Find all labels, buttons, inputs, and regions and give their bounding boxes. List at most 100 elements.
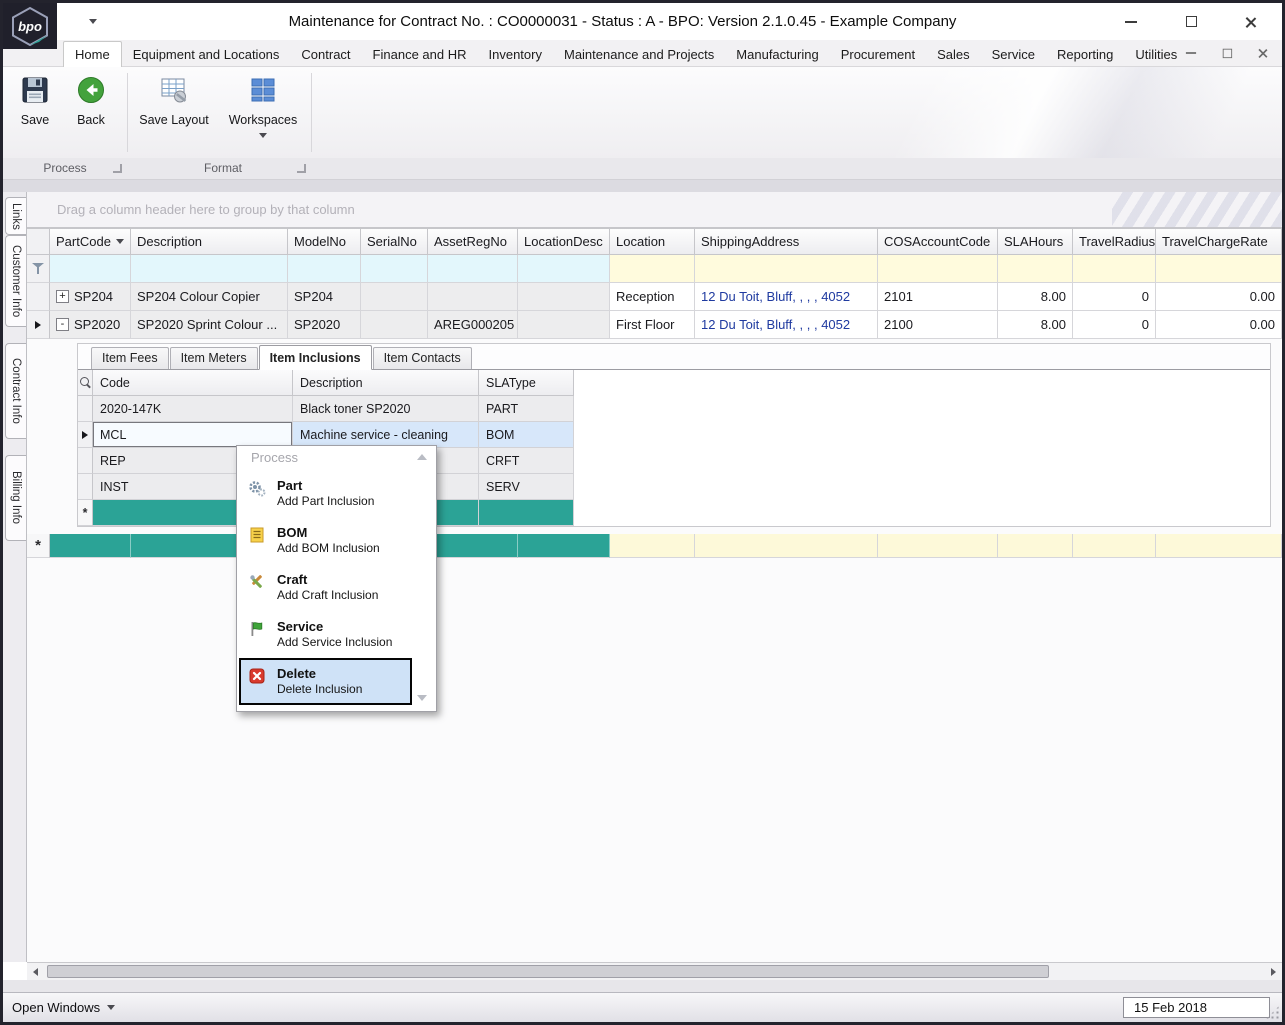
quick-access-caret-icon[interactable] <box>89 19 97 24</box>
cell-serialno[interactable] <box>361 311 428 339</box>
new-cell-locationdesc[interactable] <box>518 534 610 558</box>
process-dialog-launcher-icon[interactable] <box>113 164 122 173</box>
new-cell-shippingaddress[interactable] <box>695 534 878 558</box>
sidebar-item-links[interactable]: Links <box>5 197 26 235</box>
mdi-restore-button[interactable] <box>1221 47 1233 59</box>
cell-location[interactable]: Reception <box>610 283 695 311</box>
tab-item-meters[interactable]: Item Meters <box>169 347 258 369</box>
column-header-partcode[interactable]: PartCode <box>50 229 131 255</box>
workspaces-dropdown-icon[interactable] <box>259 133 267 138</box>
collapse-icon[interactable]: - <box>56 318 69 331</box>
mdi-close-button[interactable] <box>1257 47 1269 59</box>
open-windows-button[interactable]: Open Windows <box>12 993 116 1022</box>
cell-travelchargerate[interactable]: 0.00 <box>1156 311 1282 339</box>
cell-shippingaddress[interactable]: 12 Du Toit, Bluff, , , , 4052 <box>695 283 878 311</box>
cell-slatype[interactable]: SERV <box>479 474 574 500</box>
filter-cell-description[interactable] <box>131 255 288 283</box>
date-field[interactable]: 15 Feb 2018 <box>1123 997 1270 1018</box>
menu-scroll-up-icon[interactable] <box>417 454 427 460</box>
new-cell-travelradius[interactable] <box>1073 534 1156 558</box>
cell-assetregno[interactable] <box>428 283 518 311</box>
cell-travelradius[interactable]: 0 <box>1073 311 1156 339</box>
new-cell-location[interactable] <box>610 534 695 558</box>
filter-cell-travelchargerate[interactable] <box>1156 255 1282 283</box>
filter-cell-travelradius[interactable] <box>1073 255 1156 283</box>
expand-icon[interactable]: + <box>56 290 69 303</box>
cell-assetregno[interactable]: AREG000205 <box>428 311 518 339</box>
cell-shippingaddress[interactable]: 12 Du Toit, Bluff, , , , 4052 <box>695 311 878 339</box>
menu-scroll-down-icon[interactable] <box>417 695 427 701</box>
filter-cell-slahours[interactable] <box>998 255 1073 283</box>
tab-reporting[interactable]: Reporting <box>1046 42 1124 67</box>
save-layout-button[interactable]: Save Layout <box>135 72 213 127</box>
filter-cell-serialno[interactable] <box>361 255 428 283</box>
cell-cosaccountcode[interactable]: 2100 <box>878 311 998 339</box>
cell-slatype[interactable]: CRFT <box>479 448 574 474</box>
tab-sales[interactable]: Sales <box>926 42 981 67</box>
new-cell-cosaccountcode[interactable] <box>878 534 998 558</box>
column-header-description[interactable]: Description <box>293 370 479 396</box>
scroll-right-button[interactable] <box>1265 963 1282 980</box>
new-cell-slatype[interactable] <box>479 500 574 526</box>
tab-contract[interactable]: Contract <box>290 42 361 67</box>
column-header-serialno[interactable]: SerialNo <box>361 229 428 255</box>
new-cell-travelchargerate[interactable] <box>1156 534 1282 558</box>
tab-utilities[interactable]: Utilities <box>1124 42 1188 67</box>
filter-cell-locationdesc[interactable] <box>518 255 610 283</box>
column-header-travelchargerate[interactable]: TravelChargeRate <box>1156 229 1282 255</box>
tab-item-fees[interactable]: Item Fees <box>91 347 169 369</box>
filter-cell-assetregno[interactable] <box>428 255 518 283</box>
cell-location[interactable]: First Floor <box>610 311 695 339</box>
back-button[interactable]: Back <box>67 72 115 127</box>
save-button[interactable]: Save <box>11 72 59 127</box>
cell-cosaccountcode[interactable]: 2101 <box>878 283 998 311</box>
tab-manufacturing[interactable]: Manufacturing <box>725 42 829 67</box>
cell-description[interactable]: Black toner SP2020 <box>293 396 479 422</box>
column-header-cosaccountcode[interactable]: COSAccountCode <box>878 229 998 255</box>
sidebar-item-contract-info[interactable]: Contract Info <box>5 343 26 439</box>
column-header-travelradius[interactable]: TravelRadius <box>1073 229 1156 255</box>
scroll-left-button[interactable] <box>27 963 44 980</box>
mdi-minimize-button[interactable] <box>1185 47 1197 59</box>
column-header-code[interactable]: Code <box>93 370 293 396</box>
filter-cell-modelno[interactable] <box>288 255 361 283</box>
column-header-modelno[interactable]: ModelNo <box>288 229 361 255</box>
table-row[interactable]: - SP2020 SP2020 Sprint Colour ... SP2020… <box>27 311 1282 339</box>
tab-service[interactable]: Service <box>981 42 1046 67</box>
tab-item-inclusions[interactable]: Item Inclusions <box>258 345 372 370</box>
tab-maintenance-and-projects[interactable]: Maintenance and Projects <box>553 42 725 67</box>
table-row[interactable]: 2020-147K Black toner SP2020 PART <box>78 396 1270 422</box>
tab-procurement[interactable]: Procurement <box>830 42 926 67</box>
new-cell-slahours[interactable] <box>998 534 1073 558</box>
format-dialog-launcher-icon[interactable] <box>297 164 306 173</box>
new-cell-partcode[interactable] <box>50 534 131 558</box>
menu-item-bom[interactable]: BOM Add BOM Inclusion <box>239 517 412 564</box>
cell-serialno[interactable] <box>361 283 428 311</box>
cell-slatype[interactable]: BOM <box>479 422 574 448</box>
menu-item-craft[interactable]: Craft Add Craft Inclusion <box>239 564 412 611</box>
maximize-button[interactable] <box>1184 15 1198 29</box>
cell-locationdesc[interactable] <box>518 283 610 311</box>
cell-travelradius[interactable]: 0 <box>1073 283 1156 311</box>
cell-code[interactable]: 2020-147K <box>93 396 293 422</box>
filter-dropdown-icon[interactable] <box>115 239 124 244</box>
workspaces-button[interactable]: Workspaces <box>221 72 305 141</box>
cell-slatype[interactable]: PART <box>479 396 574 422</box>
cell-slahours[interactable]: 8.00 <box>998 283 1073 311</box>
cell-travelchargerate[interactable]: 0.00 <box>1156 283 1282 311</box>
scrollbar-thumb[interactable] <box>47 965 1049 978</box>
tab-home[interactable]: Home <box>63 41 122 68</box>
filter-cell-partcode[interactable] <box>50 255 131 283</box>
sidebar-item-customer-info[interactable]: Customer Info <box>5 235 26 327</box>
menu-item-service[interactable]: Service Add Service Inclusion <box>239 611 412 658</box>
close-button[interactable] <box>1244 15 1258 29</box>
column-header-assetregno[interactable]: AssetRegNo <box>428 229 518 255</box>
column-header-location[interactable]: Location <box>610 229 695 255</box>
cell-modelno[interactable]: SP204 <box>288 283 361 311</box>
cell-slahours[interactable]: 8.00 <box>998 311 1073 339</box>
grid-new-row[interactable]: * <box>27 534 1282 558</box>
column-header-slatype[interactable]: SLAType <box>479 370 574 396</box>
tab-equipment-and-locations[interactable]: Equipment and Locations <box>122 42 291 67</box>
cell-partcode[interactable]: + SP204 <box>50 283 131 311</box>
tab-item-contacts[interactable]: Item Contacts <box>372 347 472 369</box>
